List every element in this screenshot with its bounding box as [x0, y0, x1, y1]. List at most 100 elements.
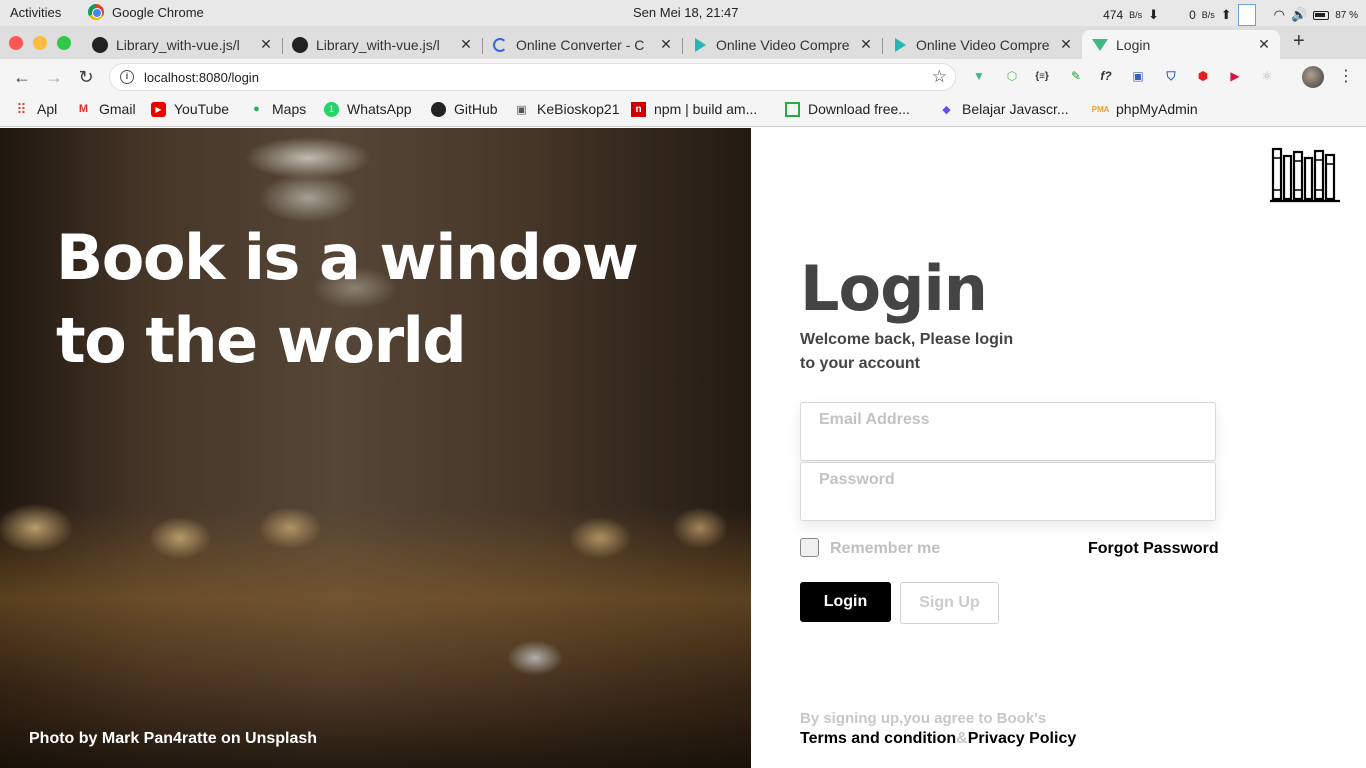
- password-field-wrapper: [800, 462, 1216, 521]
- bookshelf-logo-icon: [1270, 147, 1340, 203]
- forward-arrow-icon[interactable]: →: [42, 65, 66, 89]
- maps-icon: ●: [253, 103, 260, 115]
- vue-devtools-icon[interactable]: ▼: [970, 67, 988, 85]
- play-icon: [692, 37, 708, 53]
- github-icon: [292, 36, 308, 53]
- tab-close-icon[interactable]: ✕: [458, 36, 474, 53]
- node-icon[interactable]: ⬡: [1003, 67, 1021, 85]
- bookmark-youtube[interactable]: ▶ YouTube: [151, 101, 229, 117]
- hero-title: Book is a window to the world: [56, 216, 696, 382]
- login-heading: Login: [800, 252, 988, 325]
- vue-icon: [1092, 37, 1108, 53]
- reload-icon[interactable]: ↻: [74, 65, 98, 89]
- bookmark-label: KeBioskop21: [537, 101, 620, 117]
- signup-button[interactable]: Sign Up: [900, 582, 999, 624]
- bookmark-phpmyadmin[interactable]: PMA phpMyAdmin: [1092, 101, 1198, 117]
- welcome-line-1: Welcome back, Please login: [800, 331, 1014, 348]
- new-tab-button[interactable]: +: [1293, 30, 1305, 53]
- tab-separator: [682, 38, 683, 54]
- eyedropper-icon[interactable]: ✎: [1067, 67, 1085, 85]
- tab-close-icon[interactable]: ✕: [858, 36, 874, 53]
- media-icon[interactable]: ▶: [1226, 67, 1244, 85]
- window-maximize-button[interactable]: [57, 36, 71, 50]
- react-devtools-icon[interactable]: ⚛: [1258, 67, 1276, 85]
- bookmark-apl[interactable]: ⠿ Apl: [14, 101, 58, 118]
- bookmark-star-icon[interactable]: ☆: [932, 67, 947, 87]
- arrow-up-icon: ⬆: [1220, 7, 1232, 22]
- welcome-text: Welcome back, Please login to your accou…: [800, 328, 1040, 376]
- privacy-policy-link[interactable]: Privacy Policy: [968, 730, 1077, 747]
- tab-close-icon[interactable]: ✕: [258, 36, 274, 53]
- play-icon: [892, 37, 908, 53]
- kebab-menu-icon[interactable]: ⋮: [1338, 66, 1354, 86]
- activities-button[interactable]: Activities: [10, 5, 61, 20]
- terms-link[interactable]: Terms and condition: [800, 730, 956, 747]
- back-arrow-icon[interactable]: ←: [10, 65, 34, 89]
- tab-separator: [482, 38, 483, 54]
- forgot-password-link[interactable]: Forgot Password: [1088, 540, 1219, 558]
- tab-video-compress-1[interactable]: Online Video Compre ✕: [684, 30, 874, 59]
- tab-separator: [882, 38, 883, 54]
- bookmark-maps[interactable]: ● Maps: [249, 101, 306, 117]
- chrome-icon: [88, 4, 104, 20]
- address-bar[interactable]: i localhost:8080/login ☆: [109, 63, 956, 91]
- bookmark-label: GitHub: [454, 101, 498, 117]
- window-close-button[interactable]: [9, 36, 23, 50]
- battery-icon: [1313, 10, 1330, 20]
- legal-links: Terms and condition&Privacy Policy: [800, 730, 1076, 748]
- url-text[interactable]: localhost:8080/login: [144, 70, 259, 85]
- tab-separator: [282, 38, 283, 54]
- login-button[interactable]: Login: [800, 582, 891, 622]
- password-input[interactable]: [801, 463, 1215, 497]
- tab-close-icon[interactable]: ✕: [1256, 36, 1272, 53]
- bookmark-label: WhatsApp: [347, 101, 412, 117]
- printer-icon[interactable]: ▣: [1129, 67, 1147, 85]
- app-menu[interactable]: Google Chrome: [88, 4, 204, 20]
- info-icon[interactable]: i: [120, 70, 134, 84]
- clock[interactable]: Sen Mei 18, 21:47: [633, 5, 739, 20]
- bookmark-belajar-javascript[interactable]: ◆ Belajar Javascr...: [939, 101, 1068, 117]
- tab-login[interactable]: Login ✕: [1082, 30, 1280, 59]
- tab-title: Library_with-vue.js/l: [116, 36, 240, 53]
- tab-close-icon[interactable]: ✕: [658, 36, 674, 53]
- wifi-icon: ◠: [1273, 7, 1286, 22]
- tab-library-1[interactable]: Library_with-vue.js/l ✕: [84, 30, 274, 59]
- welcome-line-2: to your account: [800, 355, 921, 372]
- bookmark-whatsapp[interactable]: 1 WhatsApp: [324, 101, 412, 117]
- json-viewer-icon[interactable]: {≡}: [1033, 67, 1051, 85]
- bookmark-gmail[interactable]: M Gmail: [76, 101, 136, 117]
- shield-icon[interactable]: ⛉: [1162, 67, 1180, 85]
- photo-credit: Photo by Mark Pan4ratte on Unsplash: [29, 730, 318, 747]
- code-icon: ◆: [942, 103, 951, 116]
- window-minimize-button[interactable]: [33, 36, 47, 50]
- battery-level: 87 %: [1335, 9, 1358, 21]
- tab-library-2[interactable]: Library_with-vue.js/l ✕: [284, 30, 474, 59]
- tab-online-converter[interactable]: Online Converter - C ✕: [484, 30, 674, 59]
- tab-close-icon[interactable]: ✕: [1058, 36, 1074, 53]
- profile-avatar[interactable]: [1302, 66, 1324, 88]
- bookmark-github[interactable]: GitHub: [431, 101, 498, 117]
- tab-strip: Library_with-vue.js/l ✕ Library_with-vue…: [0, 26, 1366, 59]
- bookmark-npm[interactable]: n npm | build am...: [631, 101, 757, 117]
- tab-title: Login: [1116, 36, 1151, 53]
- bookmark-label: YouTube: [174, 101, 230, 117]
- system-tray[interactable]: 474 B/s ⬇ 0 B/s ⬆ ◠ 🔊 87 %: [1103, 4, 1358, 26]
- remember-me-label[interactable]: Remember me: [830, 540, 940, 558]
- remember-me-checkbox[interactable]: [800, 538, 819, 557]
- system-top-bar: Activities Google Chrome Sen Mei 18, 21:…: [0, 0, 1366, 26]
- net-up-unit: B/s: [1201, 10, 1215, 20]
- volume-icon: 🔊: [1291, 7, 1308, 22]
- email-input[interactable]: [801, 403, 1215, 437]
- hero-title-line-2: to the world: [56, 304, 467, 377]
- bookmark-label: npm | build am...: [654, 101, 758, 117]
- tab-title: Library_with-vue.js/l: [316, 36, 440, 53]
- ampersand: &: [956, 730, 968, 747]
- adblock-icon[interactable]: ⬢: [1194, 67, 1212, 85]
- bookmark-download-free[interactable]: Download free...: [785, 101, 910, 117]
- bookmark-label: Apl: [37, 101, 58, 117]
- bookmark-kebioskop21[interactable]: ▣ KeBioskop21: [514, 101, 620, 117]
- arrow-down-icon: ⬇: [1148, 7, 1160, 22]
- download-icon: [785, 101, 800, 117]
- formula-icon[interactable]: f?: [1097, 67, 1115, 85]
- tab-video-compress-2[interactable]: Online Video Compre ✕: [884, 30, 1074, 59]
